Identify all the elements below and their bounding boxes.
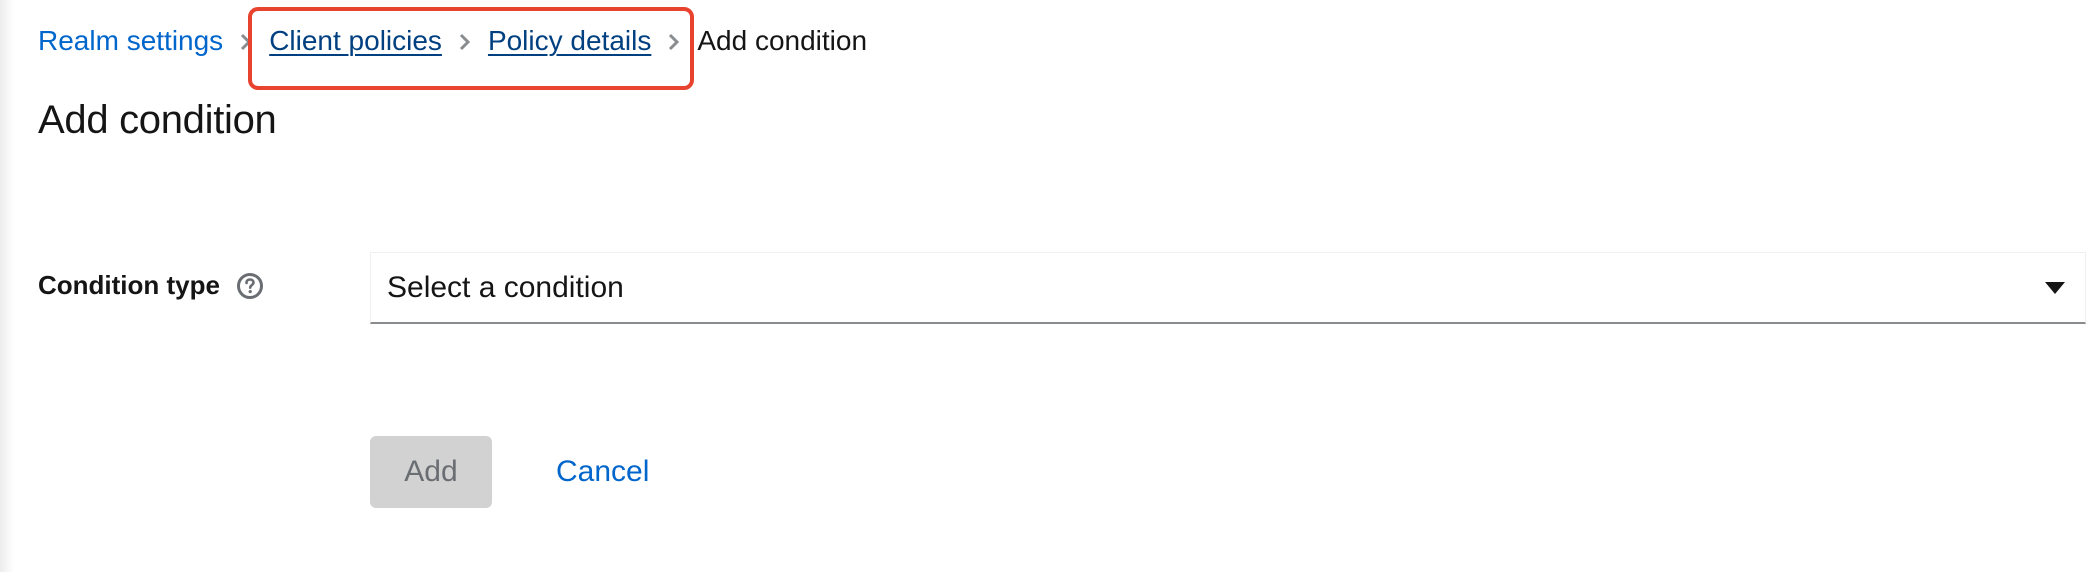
chevron-right-icon xyxy=(442,28,488,54)
breadcrumb-current: Add condition xyxy=(697,25,868,56)
help-icon[interactable] xyxy=(236,272,264,300)
cancel-button[interactable]: Cancel xyxy=(538,436,667,508)
condition-type-select[interactable]: Select a condition xyxy=(370,252,2086,324)
breadcrumb-client-policies-link[interactable]: Client policies xyxy=(269,25,442,57)
condition-type-label: Condition type xyxy=(38,270,220,300)
breadcrumb-realm-settings-link[interactable]: Realm settings xyxy=(38,25,223,57)
condition-type-label-group: Condition type xyxy=(38,270,264,301)
breadcrumb-policy-details-link[interactable]: Policy details xyxy=(488,25,651,57)
chevron-right-icon xyxy=(651,28,697,54)
caret-down-icon xyxy=(2025,281,2085,295)
nav-edge-shadow xyxy=(0,0,14,572)
page-title: Add condition xyxy=(38,98,277,142)
condition-select-value: Select a condition xyxy=(387,270,624,304)
page: Realm settings Client policies Policy de… xyxy=(0,0,2100,572)
add-button[interactable]: Add xyxy=(370,436,492,508)
breadcrumb: Realm settings Client policies Policy de… xyxy=(38,20,867,62)
chevron-right-icon xyxy=(223,28,269,54)
